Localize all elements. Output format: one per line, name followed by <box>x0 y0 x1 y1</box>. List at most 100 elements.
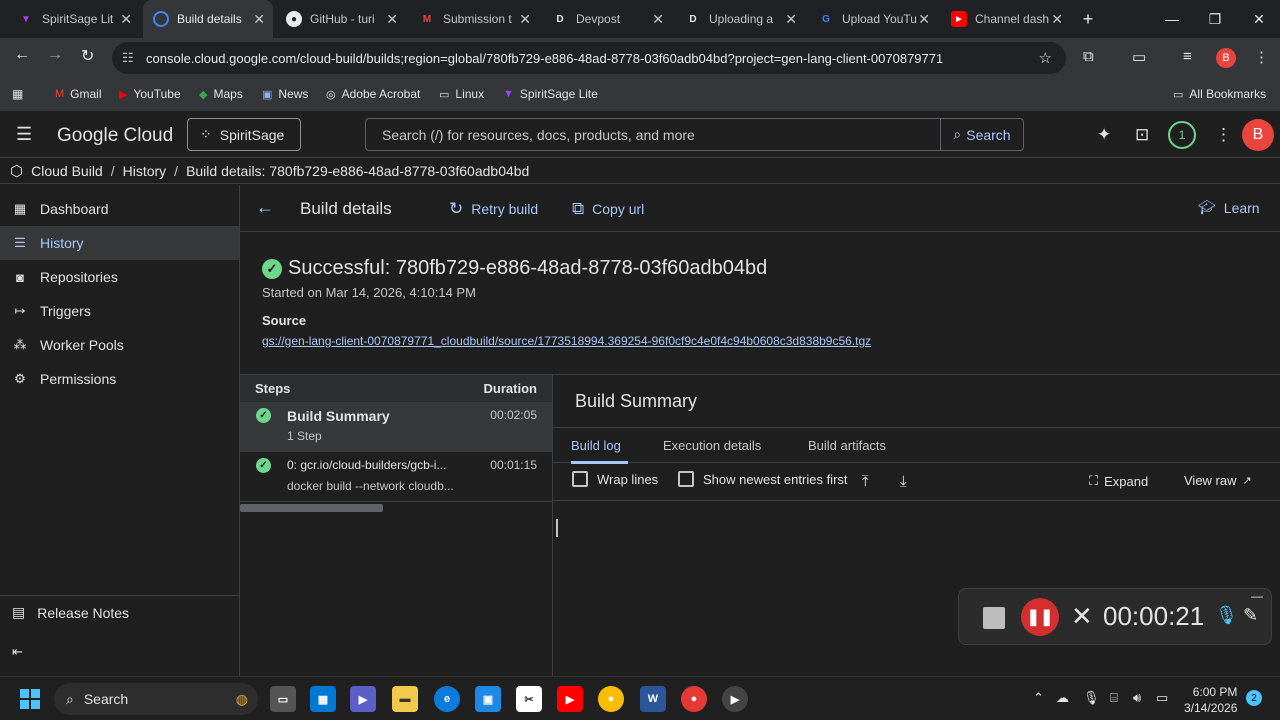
source-link[interactable]: gs://gen-lang-client-0070879771_cloudbui… <box>262 334 871 348</box>
sidebar-item-dashboard[interactable]: ▦ Dashboard <box>0 192 239 226</box>
browser-tab[interactable]: ● GitHub - turi ✕ <box>276 0 406 38</box>
mic-tray-icon[interactable]: 🎙︎ <box>1083 690 1100 706</box>
wrap-lines-checkbox[interactable]: Wrap lines <box>572 471 658 487</box>
browser-tab-active[interactable]: Build details ✕ <box>143 0 273 38</box>
restore-button[interactable]: ❐ <box>1193 0 1237 38</box>
expand-button[interactable]: ⛶ Expand <box>1089 473 1148 489</box>
profile-avatar[interactable]: B <box>1216 48 1236 68</box>
close-icon[interactable]: ✕ <box>1051 11 1063 28</box>
store-icon[interactable]: ▣ <box>475 686 501 712</box>
close-icon[interactable]: ✕ <box>785 11 797 28</box>
cast-icon[interactable]: ▭ <box>1132 48 1146 66</box>
close-icon[interactable]: ✕ <box>253 11 265 28</box>
sidebar-item-repositories[interactable]: ◙ Repositories <box>0 260 239 294</box>
back-arrow-icon[interactable]: ← <box>14 46 30 64</box>
more-options-icon[interactable]: ⋮ <box>1215 125 1232 145</box>
bookmark-acrobat[interactable]: ◎ Adobe Acrobat <box>326 87 420 101</box>
hamburger-menu-icon[interactable]: ☰ <box>16 124 32 145</box>
browser-tab[interactable]: ▼ SpiritSage Lit ✕ <box>8 0 140 38</box>
search-input[interactable]: Search (/) for resources, docs, products… <box>366 119 940 150</box>
bookmark-spiritsage[interactable]: ▼ SpiritSage Lite <box>503 87 598 101</box>
project-picker-button[interactable]: ⁘ SpiritSage <box>187 118 301 151</box>
word-icon[interactable]: W <box>640 686 666 712</box>
breadcrumb-cloud-build[interactable]: Cloud Build <box>31 163 103 179</box>
view-raw-button[interactable]: View raw ↗ <box>1184 473 1252 488</box>
notification-badge[interactable]: 1 <box>1168 121 1196 149</box>
search-button[interactable]: ⌕ Search <box>940 119 1023 150</box>
menu-kebab-icon[interactable]: ⋮ <box>1254 48 1269 66</box>
all-bookmarks[interactable]: ▭ All Bookmarks <box>1173 87 1266 101</box>
scroll-top-icon[interactable]: ⤒ <box>862 473 869 490</box>
bookmark-youtube[interactable]: ▶ YouTube <box>119 87 181 101</box>
browser-tab[interactable]: D Devpost ✕ <box>542 0 672 38</box>
site-info-icon[interactable]: ☷ <box>122 50 134 66</box>
step-row[interactable]: ✓ Build Summary 1 Step 00:02:05 <box>240 402 552 452</box>
bookmark-news[interactable]: ▣ News <box>262 87 308 101</box>
bookmark-linux[interactable]: ▭ Linux <box>439 87 484 101</box>
teams-icon[interactable]: ▶ <box>350 686 376 712</box>
scroll-bottom-icon[interactable]: ⤓ <box>900 473 907 490</box>
bookmark-star-icon[interactable]: ☆ <box>1039 49 1052 67</box>
sidebar-item-triggers[interactable]: ↦ Triggers <box>0 294 239 328</box>
forward-arrow-icon[interactable]: → <box>47 46 63 64</box>
step-row[interactable]: ✓ 0: gcr.io/cloud-builders/gcb-i... dock… <box>240 452 552 502</box>
minimize-button[interactable]: — <box>1150 0 1194 38</box>
chrome-icon[interactable]: ● <box>598 686 624 712</box>
windows-start-icon[interactable] <box>20 689 40 709</box>
pen-icon[interactable]: ✎ <box>1243 605 1258 626</box>
extensions-icon[interactable]: ⧉ <box>1083 48 1094 65</box>
media-player-icon[interactable]: ▶ <box>722 686 748 712</box>
bookmark-gmail[interactable]: M Gmail <box>55 87 102 101</box>
widgets-icon[interactable]: ▦ <box>310 686 336 712</box>
bookmark-maps[interactable]: ◆ Maps <box>199 87 243 101</box>
cancel-record-icon[interactable]: ✕ <box>1071 601 1093 632</box>
edge-icon[interactable]: e <box>434 686 460 712</box>
browser-tab[interactable]: ▶ Channel dash ✕ <box>941 0 1071 38</box>
new-tab-button[interactable]: + <box>1066 0 1110 38</box>
close-icon[interactable]: ✕ <box>120 11 132 28</box>
apps-icon[interactable]: ▦ <box>12 87 23 101</box>
snipping-tool-icon[interactable]: ✂ <box>516 686 542 712</box>
release-notes-link[interactable]: ▤ Release Notes <box>0 595 239 629</box>
microphone-icon[interactable]: 🎙︎ <box>1215 605 1238 626</box>
notification-count[interactable]: 2 <box>1246 690 1262 706</box>
sidebar-item-history[interactable]: ☰ History <box>0 226 239 260</box>
screen-recorder-app-icon[interactable]: ● <box>681 686 707 712</box>
tray-overflow-icon[interactable]: ⌃ <box>1033 690 1044 706</box>
google-cloud-logo[interactable]: Google Cloud <box>57 125 173 147</box>
clock[interactable]: 6:00 PM 3/14/2026 <box>1184 684 1237 716</box>
tab-build-log[interactable]: Build log <box>571 438 621 453</box>
stop-record-button[interactable] <box>983 607 1005 629</box>
onedrive-icon[interactable]: ☁ <box>1056 690 1069 706</box>
sidebar-item-permissions[interactable]: ⚙ Permissions <box>0 362 239 396</box>
battery-icon[interactable]: ▭ <box>1156 690 1168 706</box>
sidebar-item-worker-pools[interactable]: ⁂ Worker Pools <box>0 328 239 362</box>
media-icon[interactable]: ≡ <box>1183 48 1192 65</box>
tab-execution-details[interactable]: Execution details <box>663 438 761 453</box>
network-icon[interactable]: ⌸ <box>1110 690 1118 706</box>
browser-tab[interactable]: G Upload YouTu ✕ <box>808 0 938 38</box>
copy-url-button[interactable]: ⧉ Copy url <box>572 199 644 219</box>
youtube-app-icon[interactable]: ▶ <box>557 686 583 712</box>
horizontal-scrollbar[interactable] <box>240 504 383 512</box>
taskbar-search[interactable]: ⌕ Search ◍ <box>54 683 258 715</box>
retry-build-button[interactable]: ↻ Retry build <box>449 199 538 219</box>
volume-icon[interactable]: 🔊︎ <box>1133 690 1141 706</box>
browser-tab[interactable]: M Submission t ✕ <box>409 0 539 38</box>
browser-tab[interactable]: D Uploading a ✕ <box>675 0 805 38</box>
url-input[interactable]: ☷ console.cloud.google.com/cloud-build/b… <box>112 42 1066 74</box>
account-avatar[interactable]: B <box>1242 119 1274 151</box>
back-arrow-icon[interactable]: ← <box>256 197 274 218</box>
pause-record-button[interactable]: ❚❚ <box>1021 598 1059 636</box>
cloud-shell-icon[interactable]: ⊡ <box>1135 125 1149 145</box>
close-icon[interactable]: ✕ <box>918 11 930 28</box>
close-icon[interactable]: ✕ <box>386 11 398 28</box>
minimize-icon[interactable]: — <box>1251 589 1263 603</box>
breadcrumb-history[interactable]: History <box>123 163 167 179</box>
learn-button[interactable]: 🎓︎ Learn <box>1198 199 1260 216</box>
tab-build-artifacts[interactable]: Build artifacts <box>808 438 886 453</box>
newest-first-checkbox[interactable]: Show newest entries first <box>678 471 848 487</box>
close-window-button[interactable]: ✕ <box>1237 0 1280 38</box>
collapse-sidebar-icon[interactable]: ⇤ <box>12 644 23 660</box>
task-view-icon[interactable]: ▭ <box>270 686 296 712</box>
